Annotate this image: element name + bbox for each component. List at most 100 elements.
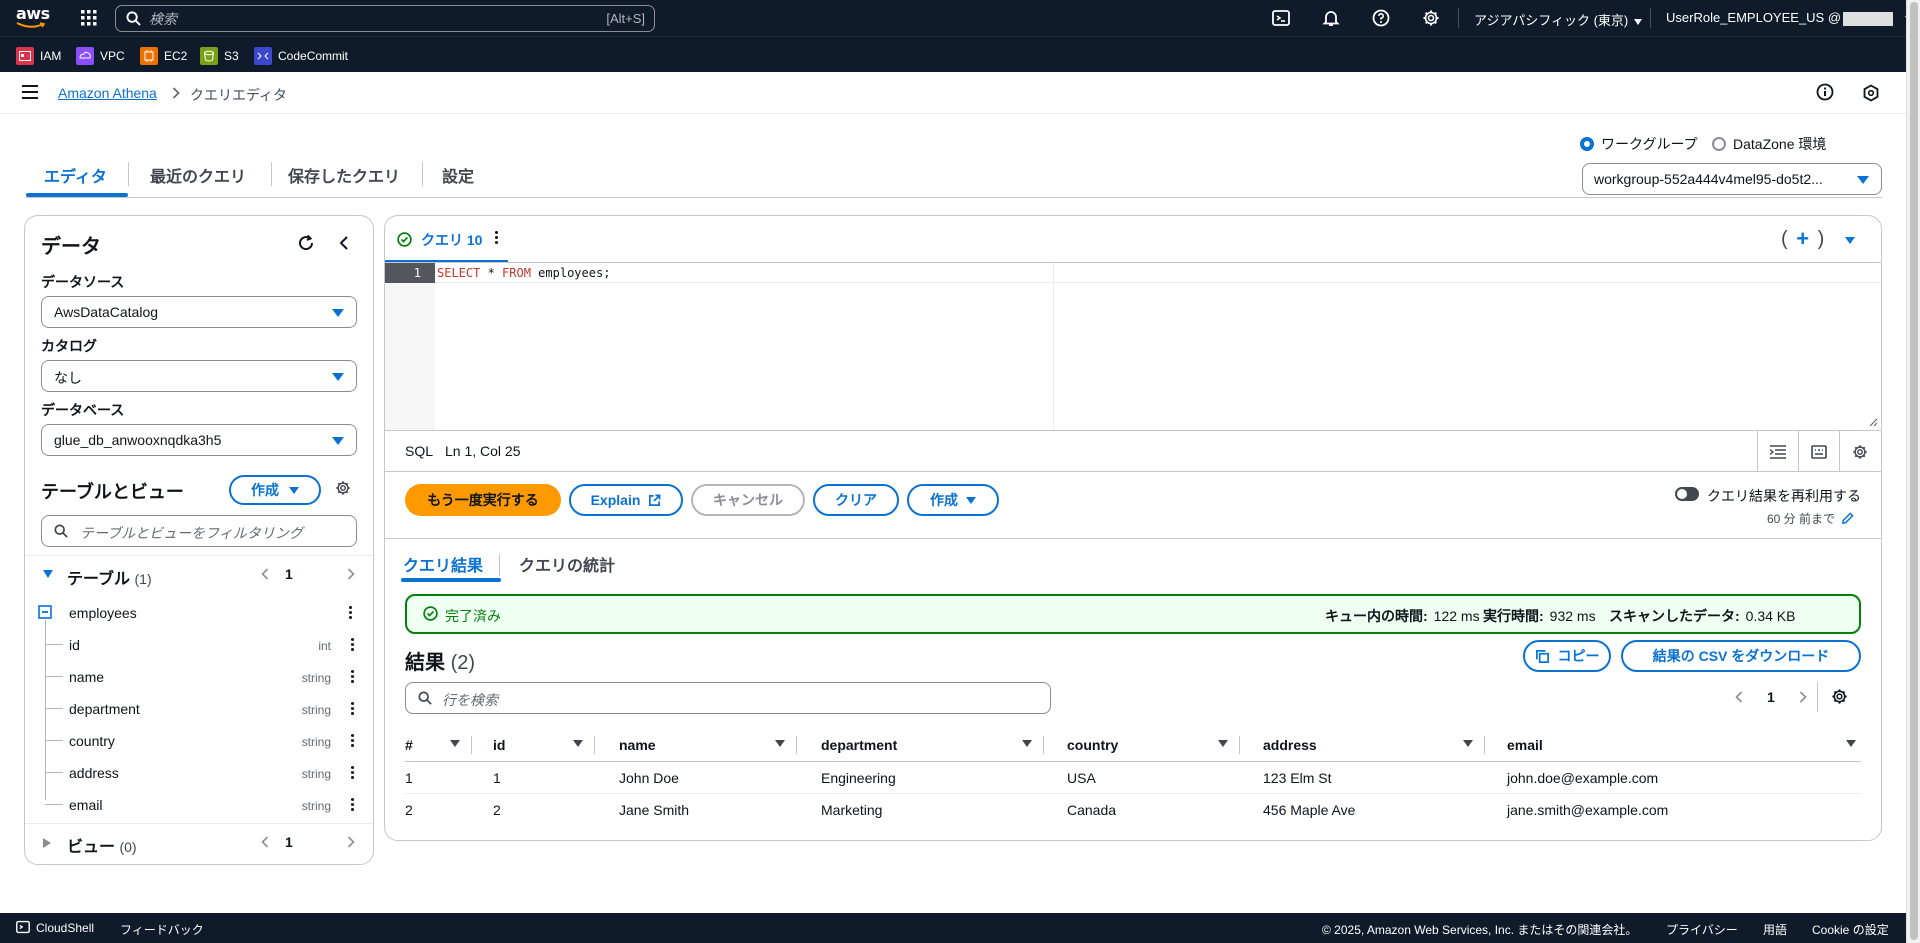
tab-saved-queries[interactable]: 保存したクエリ — [288, 163, 400, 187]
more-actions-icon[interactable] — [351, 670, 355, 685]
create-button[interactable]: 作成 — [907, 484, 999, 516]
cloudshell-icon[interactable] — [1272, 9, 1290, 27]
views-section-header[interactable]: ビュー (0) 1 — [25, 823, 373, 859]
pagination-next-icon[interactable] — [347, 568, 355, 580]
pagination-page[interactable]: 1 — [1767, 689, 1775, 705]
sql-code[interactable]: SELECT * FROM employees; — [437, 266, 610, 280]
pagination-prev-icon[interactable] — [261, 568, 269, 580]
database-select[interactable]: glue_db_anwooxnqdka3h5 — [41, 424, 357, 456]
pagination-prev-icon[interactable] — [1735, 691, 1743, 703]
sort-icon[interactable] — [450, 740, 460, 747]
preferences-icon[interactable] — [1862, 84, 1880, 102]
column-header[interactable]: department — [821, 737, 897, 753]
help-icon[interactable] — [1372, 9, 1390, 27]
keyboard-shortcuts-icon[interactable] — [1798, 431, 1839, 472]
format-query-icon[interactable] — [1757, 431, 1798, 472]
gear-icon[interactable] — [1422, 9, 1440, 27]
column-header[interactable]: name — [619, 737, 656, 753]
feedback-link[interactable]: フィードバック — [120, 921, 204, 938]
download-csv-button[interactable]: 結果の CSV をダウンロード — [1621, 640, 1861, 672]
refresh-icon[interactable] — [297, 234, 315, 252]
create-table-button[interactable]: 作成 — [229, 475, 321, 505]
column-country[interactable]: country string — [25, 725, 373, 757]
gear-icon[interactable] — [335, 480, 351, 496]
breadcrumb-amazon-athena[interactable]: Amazon Athena — [58, 85, 157, 101]
copy-button[interactable]: コピー — [1523, 640, 1611, 672]
catalog-select[interactable]: なし — [41, 360, 357, 392]
more-actions-icon[interactable] — [351, 734, 355, 749]
explain-button[interactable]: Explain — [569, 484, 683, 516]
workgroup-select[interactable]: workgroup-552a444v4mel95-do5t2... — [1582, 163, 1882, 195]
tab-menu-caret-icon[interactable] — [1845, 237, 1855, 244]
collapse-box-icon[interactable] — [38, 605, 52, 619]
tables-section-header[interactable]: テーブル (1) 1 — [25, 555, 373, 591]
clear-button[interactable]: クリア — [813, 484, 899, 516]
cancel-button[interactable]: キャンセル — [691, 484, 805, 516]
run-again-button[interactable]: もう一度実行する — [405, 484, 561, 516]
scrollbar-thumb[interactable] — [1910, 2, 1918, 940]
menu-icon[interactable] — [22, 85, 38, 99]
pagination-page[interactable]: 1 — [285, 566, 293, 582]
column-header[interactable]: id — [493, 737, 505, 753]
tab-editor[interactable]: エディタ — [44, 163, 107, 187]
sort-icon[interactable] — [1846, 740, 1856, 747]
pagination-next-icon[interactable] — [347, 836, 355, 848]
table-employees[interactable]: employees — [25, 597, 373, 629]
sort-icon[interactable] — [573, 740, 583, 747]
column-header[interactable]: country — [1067, 737, 1118, 753]
info-icon[interactable] — [1816, 83, 1834, 101]
tab-settings[interactable]: 設定 — [442, 163, 474, 187]
cookie-settings-link[interactable]: Cookie の設定 — [1812, 921, 1889, 938]
query-tab[interactable]: クエリ 10 — [385, 216, 508, 262]
pagination-prev-icon[interactable] — [261, 836, 269, 848]
terms-link[interactable]: 用語 — [1763, 921, 1787, 938]
column-id[interactable]: id int — [25, 629, 373, 661]
bell-icon[interactable] — [1322, 9, 1340, 27]
privacy-link[interactable]: プライバシー — [1666, 921, 1738, 938]
cloudshell-footer-icon[interactable] — [16, 920, 30, 934]
tab-query-stats[interactable]: クエリの統計 — [519, 552, 615, 576]
column-address[interactable]: address string — [25, 757, 373, 789]
tab-actions-icon[interactable] — [495, 231, 499, 246]
column-header[interactable]: # — [405, 737, 413, 753]
column-department[interactable]: department string — [25, 693, 373, 725]
favorite-codecommit[interactable]: CodeCommit — [254, 47, 348, 65]
apps-grid-icon[interactable] — [80, 9, 98, 27]
favorite-s3[interactable]: S3 — [200, 47, 239, 65]
sort-icon[interactable] — [1218, 740, 1228, 747]
aws-logo[interactable]: aws — [16, 6, 50, 30]
more-actions-icon[interactable] — [351, 638, 355, 653]
sort-icon[interactable] — [1463, 740, 1473, 747]
sort-icon[interactable] — [775, 740, 785, 747]
account-menu[interactable]: UserRole_EMPLOYEE_US @ — [1666, 10, 1914, 26]
column-header[interactable]: email — [1507, 737, 1543, 753]
more-actions-icon[interactable] — [351, 766, 355, 781]
reuse-results-toggle[interactable] — [1675, 487, 1699, 501]
radio-datazone[interactable]: DataZone 環境 — [1712, 134, 1826, 154]
column-header[interactable]: address — [1263, 737, 1317, 753]
sql-editor[interactable]: 1 SELECT * FROM employees; — [385, 262, 1881, 431]
region-selector[interactable]: アジアパシフィック (東京) — [1474, 10, 1643, 29]
plus-icon[interactable]: + — [1788, 226, 1818, 252]
more-actions-icon[interactable] — [351, 702, 355, 717]
favorite-iam[interactable]: IAM — [16, 47, 61, 65]
resize-handle-icon[interactable] — [1869, 418, 1878, 427]
datasource-select[interactable]: AwsDataCatalog — [41, 296, 357, 328]
more-actions-icon[interactable] — [349, 606, 353, 621]
cloudshell-link[interactable]: CloudShell — [36, 921, 94, 935]
pagination-page[interactable]: 1 — [285, 834, 293, 850]
pagination-next-icon[interactable] — [1799, 691, 1807, 703]
column-email[interactable]: email string — [25, 789, 373, 821]
edit-pencil-icon[interactable] — [1841, 512, 1854, 525]
collapse-left-icon[interactable] — [339, 236, 349, 250]
row-search-input[interactable]: 行を検索 — [405, 682, 1051, 714]
radio-workgroup[interactable]: ワークグループ — [1580, 134, 1698, 154]
sort-icon[interactable] — [1022, 740, 1032, 747]
table-filter-input[interactable]: テーブルとビューをフィルタリング — [41, 515, 357, 547]
favorite-vpc[interactable]: VPC — [76, 47, 125, 65]
table-preferences-icon[interactable] — [1831, 688, 1848, 705]
tab-query-results[interactable]: クエリ結果 — [403, 552, 483, 576]
tab-recent-queries[interactable]: 最近のクエリ — [150, 163, 246, 187]
global-search-input[interactable]: 検索 [Alt+S] — [115, 5, 655, 32]
favorite-ec2[interactable]: EC2 — [140, 47, 187, 65]
